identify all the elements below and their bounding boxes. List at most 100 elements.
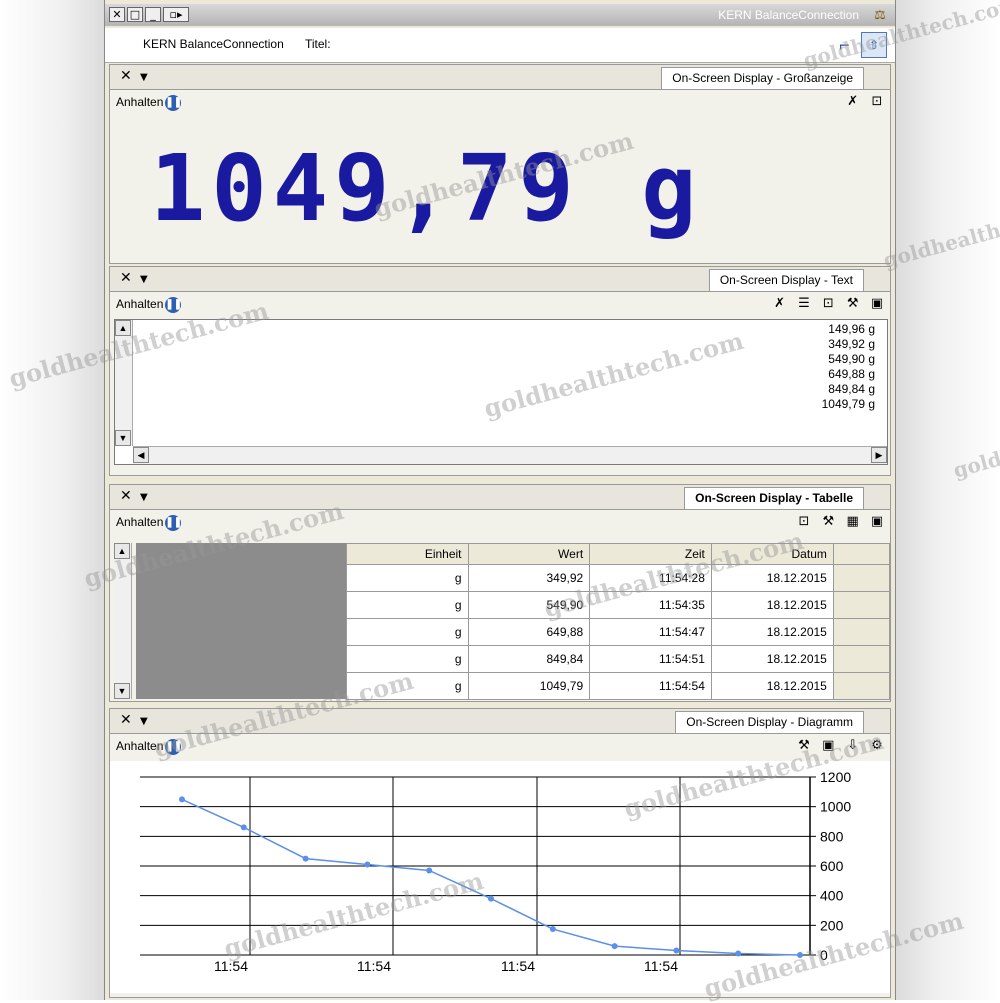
close-icon[interactable]: ✕ xyxy=(120,271,132,285)
text-lines: 149,96 g 349,92 g 549,90 g 649,88 g 849,… xyxy=(822,322,875,412)
pause-button[interactable]: Anhalten ❚❚ xyxy=(116,295,182,313)
toolbar-icons: ✗ ☰ ⊡ ⚒ ▣ xyxy=(768,295,886,313)
table-row[interactable]: g 849,84 11:54:51 18.12.2015 xyxy=(346,645,891,673)
scroll-up-arrow[interactable]: ▲ xyxy=(114,543,130,559)
scroll-left-arrow[interactable]: ◀ xyxy=(133,447,149,463)
pause-label: Anhalten xyxy=(116,297,164,311)
column-header[interactable]: Zeit xyxy=(589,543,712,565)
layout-icon[interactable]: ⌐ xyxy=(839,35,850,56)
chart-icon[interactable]: ⊡ xyxy=(868,93,886,111)
row-header[interactable] xyxy=(832,645,891,673)
tabstrip: ✕ ▼ On-Screen Display - Text xyxy=(110,267,890,292)
row-header[interactable] xyxy=(832,618,891,646)
scroll-right-arrow[interactable]: ▶ xyxy=(871,447,887,463)
toolbar: Anhalten ❚❚ ✗ ⊡ xyxy=(110,90,890,114)
text-line: 849,84 g xyxy=(828,382,875,396)
dropdown-icon[interactable]: ▼ xyxy=(140,715,148,729)
pause-icon: ❚❚ xyxy=(165,296,182,313)
text-output[interactable]: ▲ ▼ ◀ ▶ 149,96 g 349,92 g 549,90 g 649,8… xyxy=(114,319,888,465)
table-cell: 18.12.2015 xyxy=(710,618,834,646)
tab-table-display[interactable]: On-Screen Display - Tabelle xyxy=(684,487,864,509)
table-cell: 649,88 xyxy=(467,618,591,646)
title-value[interactable]: KERN BalanceConnection xyxy=(143,37,284,51)
save-icon[interactable]: ▣ xyxy=(819,737,837,755)
save-icon[interactable]: ▣ xyxy=(868,513,886,531)
scroll-down-arrow[interactable]: ▼ xyxy=(115,430,131,446)
table-row[interactable]: g 549,90 11:54:35 18.12.2015 xyxy=(346,591,891,619)
broom-icon[interactable]: ⚒ xyxy=(844,295,862,313)
chart-icon[interactable]: ⊡ xyxy=(819,295,837,313)
column-header[interactable]: Einheit xyxy=(346,543,469,565)
clear-icon[interactable]: ✗ xyxy=(771,295,789,313)
table-cell: g xyxy=(346,591,469,619)
horizontal-scrollbar[interactable]: ◀ ▶ xyxy=(133,446,887,464)
row-header[interactable] xyxy=(832,672,891,700)
upload-icon[interactable]: ⇧ xyxy=(861,32,887,58)
close-window-button[interactable]: ✕ xyxy=(109,7,125,22)
table-cell: 11:54:51 xyxy=(589,645,712,673)
x-tick-label: 11:54 xyxy=(644,958,678,974)
vertical-scrollbar[interactable]: ▲ ▼ xyxy=(115,320,133,446)
table-icon[interactable]: ▦ xyxy=(844,513,862,531)
scroll-down-arrow[interactable]: ▼ xyxy=(114,683,130,699)
title-bar: ✕ □ _ ▫▸ KERN BalanceConnection ⚖ xyxy=(105,4,895,26)
toolbar: Anhalten ❚❚ ⚒ ▣ ⇩ ⚙ xyxy=(110,734,890,758)
pause-label: Anhalten xyxy=(116,95,164,109)
table-cell: 18.12.2015 xyxy=(710,591,834,619)
toolbar: Anhalten ❚❚ ⊡ ⚒ ▦ ▣ xyxy=(110,510,890,534)
export-icon[interactable]: ⇩ xyxy=(844,737,862,755)
close-icon[interactable]: ✕ xyxy=(120,69,132,83)
chart-settings-icon[interactable]: ⚙ xyxy=(868,737,886,755)
table-row[interactable]: g 1049,79 11:54:54 18.12.2015 xyxy=(346,672,891,700)
tab-text-display[interactable]: On-Screen Display - Text xyxy=(708,269,864,291)
table-row[interactable]: g 649,88 11:54:47 18.12.2015 xyxy=(346,618,891,646)
save-icon[interactable]: ▣ xyxy=(868,295,886,313)
dropdown-icon[interactable]: ▼ xyxy=(140,273,148,287)
text-view-icon[interactable]: ☰ xyxy=(795,295,813,313)
line-chart: 0 200 400 600 800 1000 1200 11:54 11:54 11:54 11:5… xyxy=(140,769,851,974)
table-cell: 1049,79 xyxy=(467,672,591,700)
data-point xyxy=(488,895,494,902)
minimize-button[interactable]: _ xyxy=(145,7,161,22)
row-header[interactable] xyxy=(832,564,891,592)
pause-icon: ❚❚ xyxy=(165,94,182,111)
data-point xyxy=(611,943,618,950)
data-point xyxy=(549,926,556,933)
table-cell: 11:54:54 xyxy=(589,672,712,700)
tabstrip: ✕ ▼ On-Screen Display - Diagramm xyxy=(110,709,890,734)
broom-icon[interactable]: ⚒ xyxy=(819,513,837,531)
table-cell: 849,84 xyxy=(467,645,591,673)
series-line xyxy=(181,798,801,956)
tab-chart-display[interactable]: On-Screen Display - Diagramm xyxy=(675,711,864,733)
text-line: 149,96 g xyxy=(828,322,875,336)
pause-button[interactable]: Anhalten ❚❚ xyxy=(116,93,182,111)
pause-icon: ❚❚ xyxy=(165,738,182,755)
y-tick-label: 800 xyxy=(820,828,844,844)
column-header[interactable]: Datum xyxy=(710,543,834,565)
y-tick-label: 600 xyxy=(820,858,844,874)
data-point xyxy=(426,867,433,874)
broom-icon[interactable]: ⚒ xyxy=(795,737,813,755)
column-header[interactable]: Wert xyxy=(467,543,591,565)
dropdown-icon[interactable]: ▼ xyxy=(140,71,148,85)
table-cell: g xyxy=(346,645,469,673)
restore-button[interactable]: ▫▸ xyxy=(163,7,189,22)
scroll-up-arrow[interactable]: ▲ xyxy=(115,320,131,336)
close-icon[interactable]: ✕ xyxy=(120,713,132,727)
table-row[interactable]: g 349,92 11:54:28 18.12.2015 xyxy=(346,564,891,592)
chart-icon[interactable]: ⊡ xyxy=(795,513,813,531)
vertical-scrollbar[interactable]: ▲ ▼ xyxy=(114,543,132,699)
dropdown-icon[interactable]: ▼ xyxy=(140,491,148,505)
scale-icon: ⚖ xyxy=(874,7,886,22)
pause-button[interactable]: Anhalten ❚❚ xyxy=(116,513,182,531)
row-header[interactable] xyxy=(832,591,891,619)
data-point xyxy=(673,947,680,954)
close-icon[interactable]: ✕ xyxy=(120,489,132,503)
pause-button[interactable]: Anhalten ❚❚ xyxy=(116,737,182,755)
pause-label: Anhalten xyxy=(116,515,164,529)
tab-big-display[interactable]: On-Screen Display - Großanzeige xyxy=(661,67,864,89)
maximize-button[interactable]: □ xyxy=(127,7,143,22)
clear-icon[interactable]: ✗ xyxy=(844,93,862,111)
data-point xyxy=(797,952,803,958)
data-table: Einheit Wert Zeit Datum g 349,92 11:54:2… xyxy=(346,543,891,700)
